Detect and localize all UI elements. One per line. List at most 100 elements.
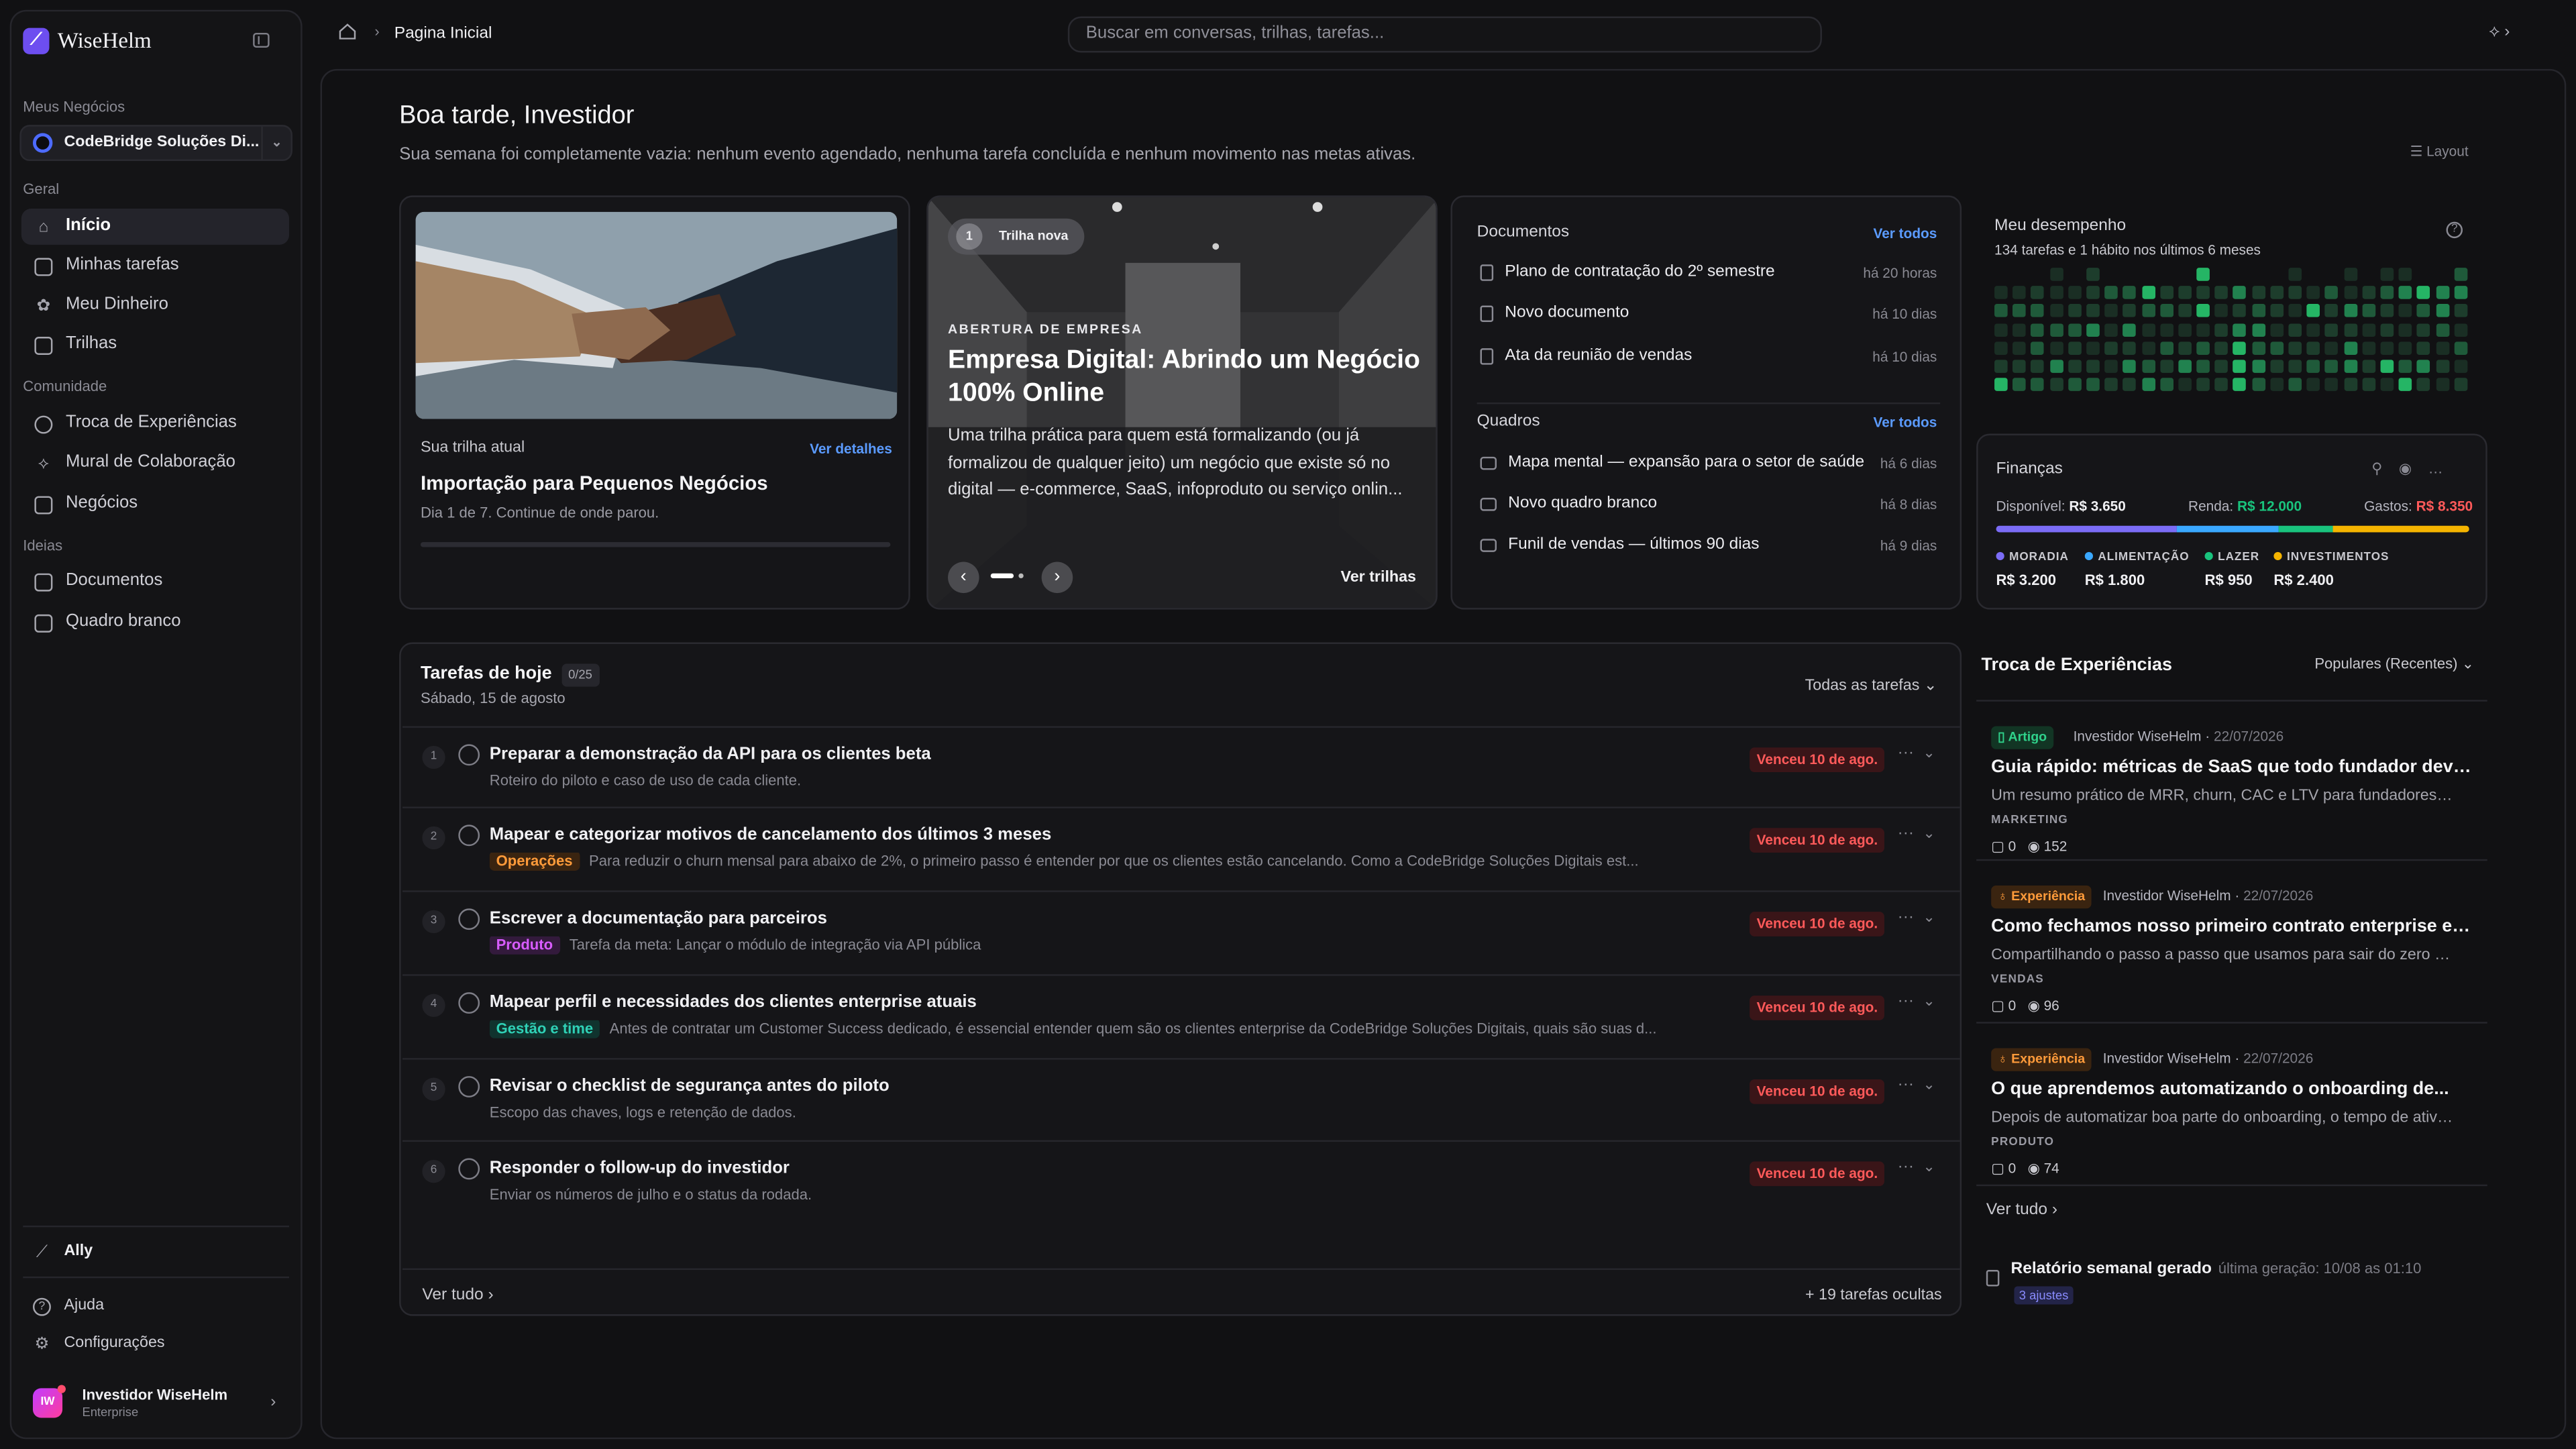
sidebar-item-collab[interactable]: ⟡ Mural de Colaboração bbox=[21, 445, 289, 482]
sidebar-item-tasks[interactable]: Minhas tarefas bbox=[21, 248, 289, 284]
new-track-card[interactable]: 1 Trilha nova ABERTURA DE EMPRESA Empresa… bbox=[926, 195, 1438, 610]
brand[interactable]: ⟋ WiseHelm bbox=[23, 28, 152, 56]
see-tracks-link[interactable]: Ver trilhas bbox=[1340, 568, 1416, 588]
help-icon[interactable]: ? bbox=[2446, 221, 2463, 239]
task-row[interactable]: 3 Escrever a documentação para parceiros… bbox=[402, 890, 1960, 974]
task-checkbox[interactable] bbox=[458, 1158, 480, 1180]
carousel-next-button[interactable]: › bbox=[1041, 561, 1073, 594]
document-item[interactable]: Plano de contratação do 2º semestre há 20… bbox=[1480, 263, 1937, 284]
report-adjustments-badge: 3 ajustes bbox=[2014, 1286, 2074, 1305]
heatmap-cell bbox=[2270, 360, 2284, 373]
document-item[interactable]: Ata da reunião de vendas há 10 dias bbox=[1480, 347, 1937, 368]
sidebar-item-inicio[interactable]: ⌂ Início bbox=[21, 209, 290, 245]
boards-see-all-link[interactable]: Ver todos bbox=[1873, 414, 1937, 431]
sidebar-item-money[interactable]: ✿ Meu Dinheiro bbox=[21, 288, 289, 324]
user-menu[interactable]: IW Investidor WiseHelm Enterprise › bbox=[23, 1380, 289, 1426]
piggy-bank-icon[interactable]: ⚲ bbox=[2371, 460, 2399, 476]
category-value: R$ 2.400 bbox=[2273, 572, 2334, 588]
board-item[interactable]: Novo quadro branco há 8 dias bbox=[1480, 494, 1937, 515]
post-type-label: Experiência bbox=[2011, 888, 2086, 904]
tasks-filter-dropdown[interactable]: Todas as tarefas ⌄ bbox=[1805, 677, 1937, 696]
exchange-sort-dropdown[interactable]: Populares (Recentes) ⌄ bbox=[2314, 655, 2474, 674]
heatmap-cell bbox=[2196, 268, 2210, 281]
post-excerpt: Compartilhando o passo a passo que usamo… bbox=[1991, 946, 2457, 965]
settings-link[interactable]: ⚙ Configurações bbox=[23, 1329, 289, 1358]
exchange-see-all-link[interactable]: Ver tudo › bbox=[1986, 1201, 2057, 1222]
task-checkbox[interactable] bbox=[458, 744, 480, 766]
track-details-link[interactable]: Ver detalhes bbox=[810, 440, 892, 458]
carousel-dot-active[interactable] bbox=[990, 573, 1014, 579]
business-select[interactable]: CodeBridge Soluções Di... ⌄ bbox=[19, 125, 292, 162]
heatmap-cell bbox=[2435, 341, 2449, 355]
more-icon[interactable]: ··· bbox=[1898, 744, 1914, 765]
task-row[interactable]: 1 Preparar a demonstração da API para os… bbox=[402, 726, 1960, 806]
more-icon[interactable]: ··· bbox=[1898, 992, 1914, 1013]
task-checkbox[interactable] bbox=[458, 908, 480, 930]
track-category: ABERTURA DE EMPRESA bbox=[948, 322, 1143, 337]
task-checkbox[interactable] bbox=[458, 992, 480, 1014]
task-row[interactable]: 6 Responder o follow-up do investidor En… bbox=[402, 1140, 1960, 1222]
more-icon[interactable]: ··· bbox=[1898, 908, 1914, 929]
hidden-tasks-link[interactable]: + 19 tarefas ocultas bbox=[1805, 1287, 1942, 1306]
chevron-down-icon[interactable]: ⌄ bbox=[1923, 744, 1935, 763]
report-title: Relatório semanal gerado última geração: … bbox=[2011, 1260, 2422, 1281]
board-item[interactable]: Funil de vendas — últimos 90 dias há 9 di… bbox=[1480, 535, 1937, 556]
sidebar-collapse-icon[interactable] bbox=[253, 32, 270, 48]
heatmap-cell bbox=[2362, 304, 2375, 318]
heatmap-cell bbox=[2343, 286, 2357, 300]
board-item[interactable]: Mapa mental — expansão para o setor de s… bbox=[1480, 453, 1937, 474]
exchange-post[interactable]: ♁ Experiência Investidor WiseHelm · 22/0… bbox=[1976, 1022, 2487, 1184]
heatmap-cell bbox=[2104, 378, 2118, 392]
exchange-post[interactable]: ▯ Artigo Investidor WiseHelm · 22/07/202… bbox=[1976, 700, 2487, 859]
chevron-down-icon[interactable]: ⌄ bbox=[1923, 992, 1935, 1011]
chevron-down-icon[interactable]: ⌄ bbox=[1923, 1076, 1935, 1095]
task-checkbox[interactable] bbox=[458, 1076, 480, 1097]
overdue-badge: Venceu 10 de ago. bbox=[1750, 1161, 1884, 1186]
current-track-card[interactable]: Sua trilha atual Ver detalhes Importação… bbox=[399, 195, 910, 610]
sidebar-item-whiteboard[interactable]: Quadro branco bbox=[21, 604, 289, 641]
sidebar-item-tracks[interactable]: Trilhas bbox=[21, 327, 289, 363]
category-name: ALIMENTAÇÃO bbox=[2098, 551, 2190, 564]
heatmap-cell bbox=[2417, 286, 2430, 300]
heatmap-cell bbox=[2012, 286, 2027, 300]
help-link[interactable]: ? Ajuda bbox=[23, 1291, 289, 1321]
carousel-prev-button[interactable]: ‹ bbox=[948, 561, 979, 594]
exchange-post[interactable]: ♁ Experiência Investidor WiseHelm · 22/0… bbox=[1976, 859, 2487, 1022]
heatmap-cell bbox=[2435, 286, 2449, 300]
task-number: 3 bbox=[422, 910, 445, 934]
task-description: Escopo das chaves, logs e retenção de da… bbox=[490, 1104, 1672, 1123]
sidebar-item-exchange[interactable]: Troca de Experiências bbox=[21, 406, 289, 442]
layout-button[interactable]: ☰ Layout bbox=[2410, 143, 2469, 160]
search-input[interactable]: Buscar em conversas, trilhas, tarefas... bbox=[1067, 16, 1822, 53]
tasks-see-all-link[interactable]: Ver tudo › bbox=[422, 1287, 493, 1307]
sidebar-item-business[interactable]: Negócios bbox=[21, 486, 289, 523]
activity-heatmap bbox=[1994, 268, 2471, 399]
task-row[interactable]: 4 Mapear perfil e necessidades dos clien… bbox=[402, 974, 1960, 1058]
documents-see-all-link[interactable]: Ver todos bbox=[1873, 225, 1937, 243]
more-icon[interactable]: ··· bbox=[1898, 1159, 1914, 1179]
heatmap-cell bbox=[2362, 360, 2375, 373]
ai-sparkle-icon[interactable]: ⟡ › bbox=[2489, 23, 2510, 44]
task-description: Gestão e time Antes de contratar um Custo… bbox=[489, 1020, 1672, 1039]
sidebar-item-documents[interactable]: Documentos bbox=[21, 564, 289, 600]
overdue-badge: Venceu 10 de ago. bbox=[1750, 912, 1884, 936]
chevron-down-icon[interactable]: ⌄ bbox=[1923, 1159, 1935, 1177]
expense-segment bbox=[2177, 525, 2279, 533]
ally-button[interactable]: ⟋ Ally bbox=[23, 1237, 289, 1267]
task-checkbox[interactable] bbox=[458, 824, 480, 847]
document-item[interactable]: Novo documento há 10 dias bbox=[1480, 304, 1937, 325]
more-icon[interactable]: … bbox=[2428, 460, 2460, 476]
more-icon[interactable]: ··· bbox=[1898, 1076, 1914, 1097]
more-icon[interactable]: ··· bbox=[1898, 824, 1914, 845]
eye-icon[interactable]: ◉ bbox=[2399, 460, 2428, 476]
heatmap-cell bbox=[2251, 360, 2265, 373]
chevron-down-icon[interactable]: ⌄ bbox=[1923, 824, 1935, 843]
task-row[interactable]: 5 Revisar o checklist de segurança antes… bbox=[402, 1058, 1960, 1140]
carousel-dot[interactable] bbox=[1018, 573, 1024, 579]
heatmap-cell bbox=[2288, 323, 2302, 336]
task-row[interactable]: 2 Mapear e categorizar motivos de cancel… bbox=[402, 806, 1960, 890]
heatmap-cell bbox=[2306, 378, 2320, 392]
chevron-down-icon[interactable]: ⌄ bbox=[1923, 908, 1935, 927]
home-icon[interactable] bbox=[338, 23, 356, 40]
weekly-report[interactable]: Relatório semanal gerado última geração: … bbox=[1981, 1256, 2487, 1309]
